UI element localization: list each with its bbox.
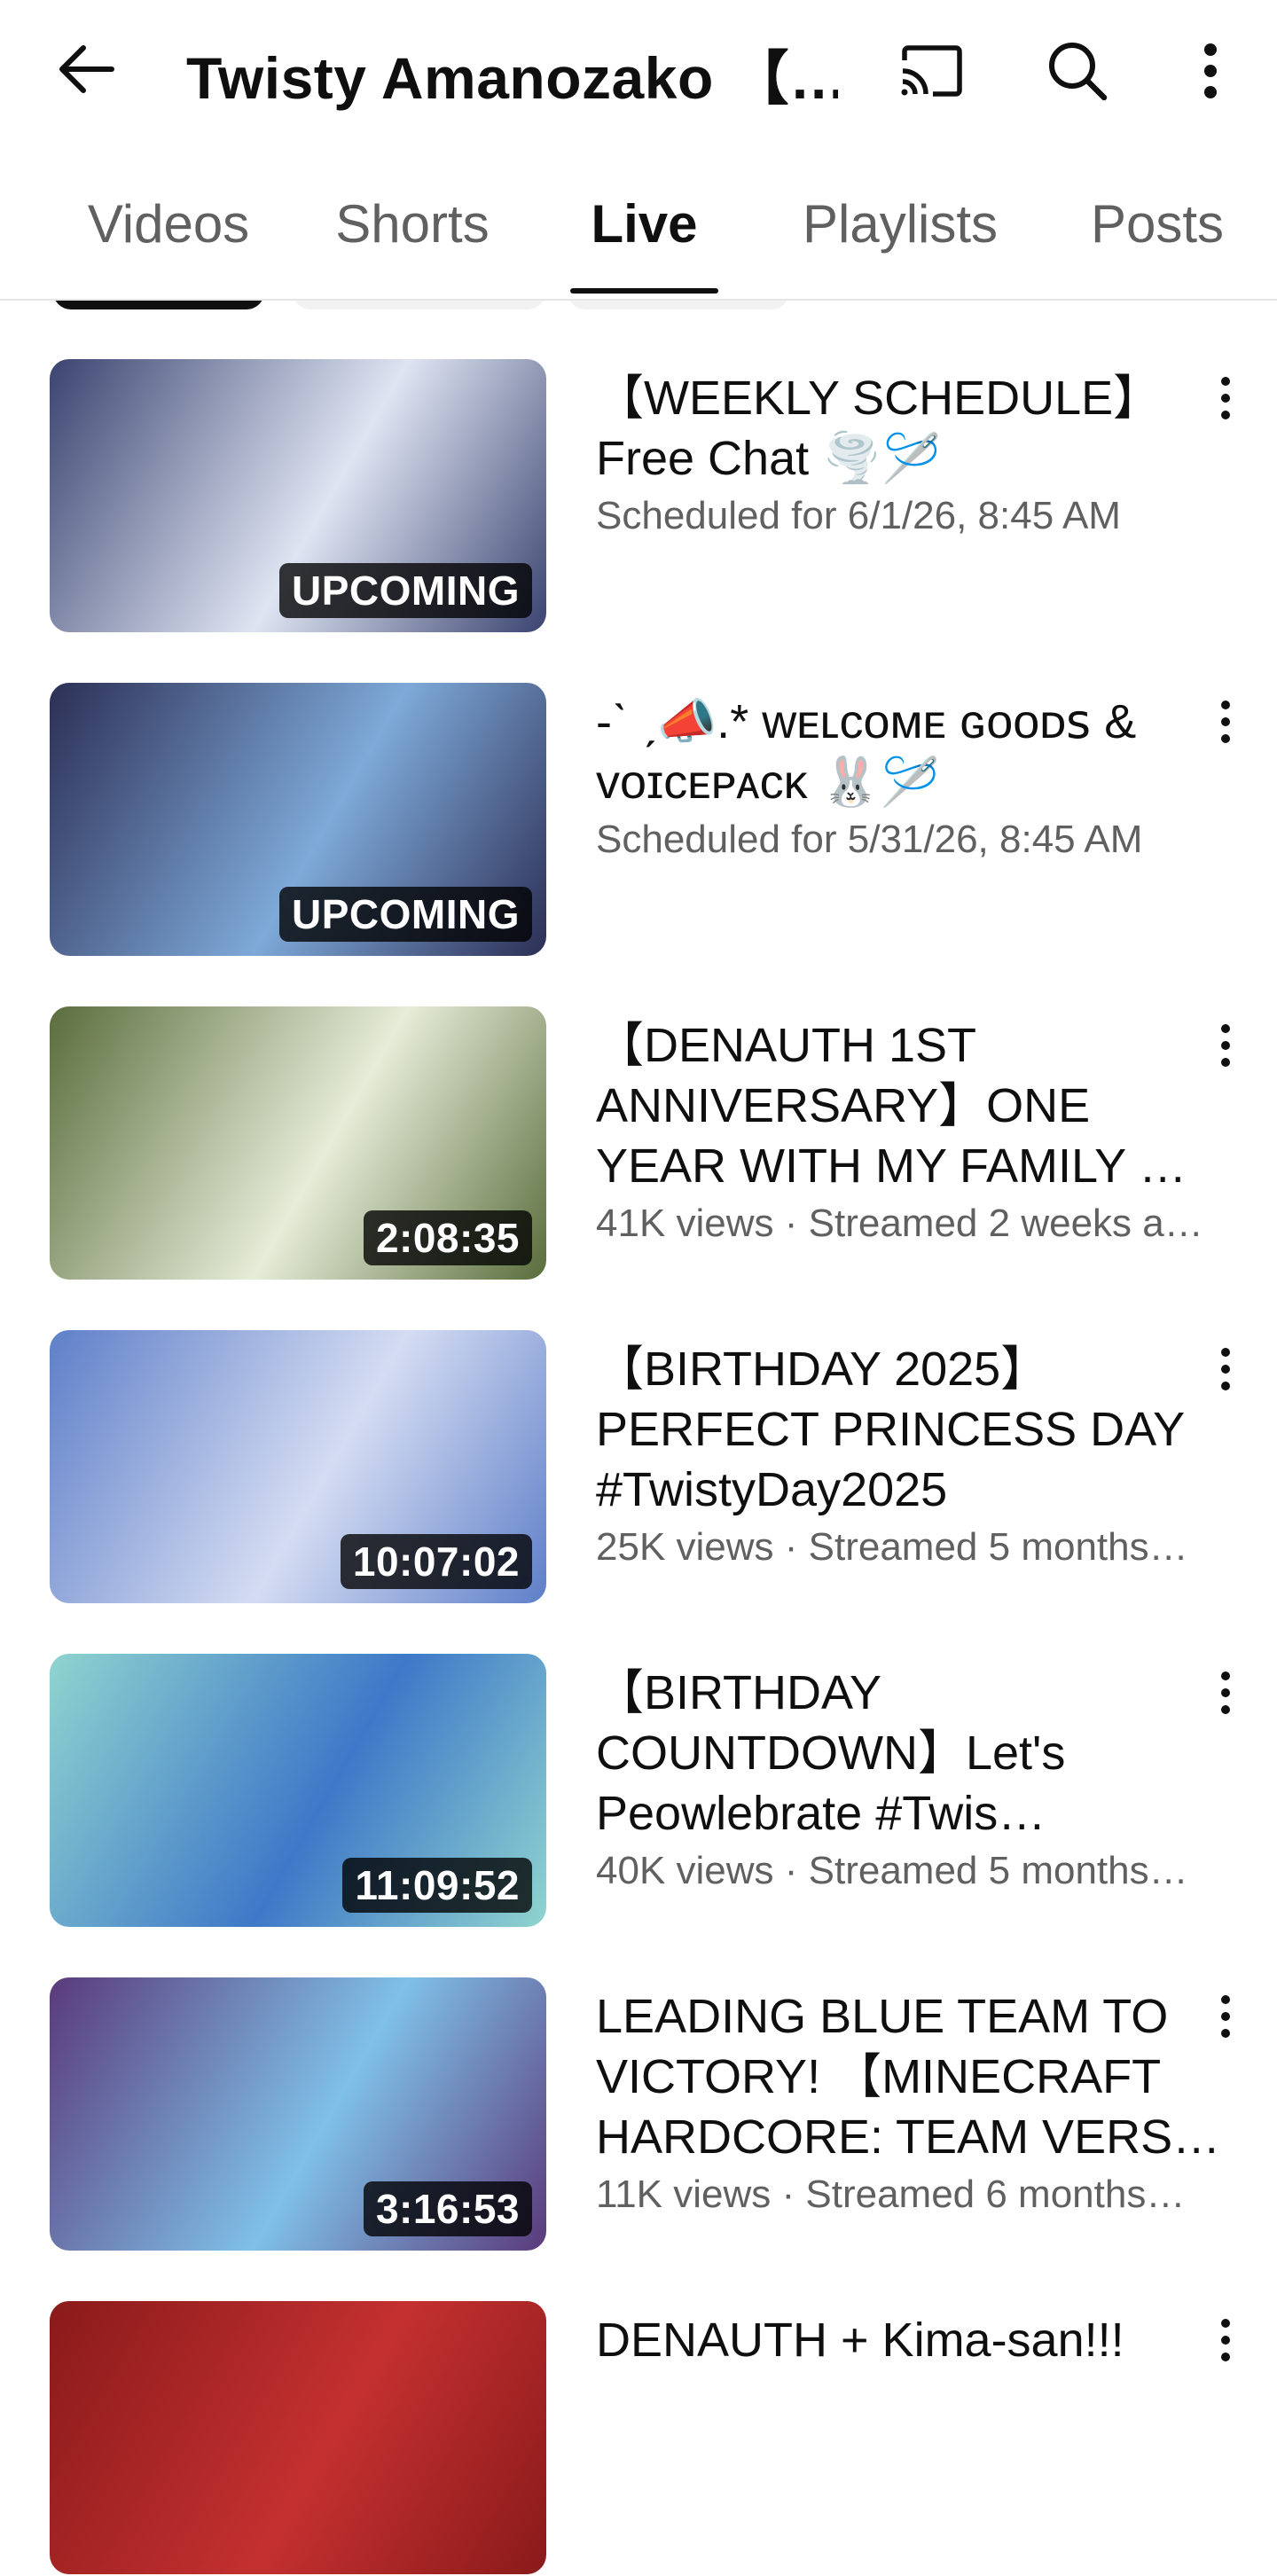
video-metadata: 41K views · Streamed 2 weeks a… xyxy=(596,1202,1203,1245)
video-list: UPCOMING 【WEEKLY SCHEDULE】Free Chat 🌪️🪡 Sc… xyxy=(0,0,1277,2574)
video-more-options-button[interactable] xyxy=(1208,1343,1243,1396)
video-title[interactable]: 【BIRTHDAY COUNTDOWN】Let's Peowlebrate #T… xyxy=(596,1663,1230,1844)
top-app-bar: Twisty Amanozako 【… xyxy=(0,0,1277,146)
video-info[interactable]: 【BIRTHDAY 2025】PERFECT PRINCESS DAY #Twi… xyxy=(596,1339,1230,1573)
video-info[interactable]: 【WEEKLY SCHEDULE】Free Chat 🌪️🪡 Scheduled … xyxy=(596,368,1230,542)
video-info[interactable]: LEADING BLUE TEAM TO VICTORY! 【MINECRAFT… xyxy=(596,1986,1230,2220)
more-vertical-icon xyxy=(1208,1019,1243,1072)
video-more-options-button[interactable] xyxy=(1208,2314,1243,2367)
video-list-item[interactable]: 3:16:53 LEADING BLUE TEAM TO VICTORY! 【MI… xyxy=(0,1977,1277,2252)
video-thumbnail[interactable]: 3:16:53 xyxy=(50,1977,546,2251)
video-info[interactable]: 【DENAUTH 1ST ANNIVERSARY】ONE YEAR WITH M… xyxy=(596,1015,1230,1249)
video-more-options-button[interactable] xyxy=(1208,1666,1243,1719)
video-thumbnail[interactable] xyxy=(50,2301,546,2574)
arrow-left-icon xyxy=(59,45,114,93)
video-more-options-button[interactable] xyxy=(1208,1990,1243,2043)
video-metadata: 11K views · Streamed 6 months… xyxy=(596,2173,1186,2216)
video-list-item[interactable]: 10:07:02 【BIRTHDAY 2025】PERFECT PRINCESS … xyxy=(0,1330,1277,1605)
more-options-button[interactable] xyxy=(1184,34,1237,108)
video-info[interactable]: DENAUTH + Kima-san!!! xyxy=(596,2310,1230,2372)
video-list-item[interactable]: UPCOMING -ˋ ˏ📣.* ᴡᴇʟᴄᴏᴍᴇ ɢᴏᴏᴅꜱ & ᴠᴏɪᴄᴇᴘᴀᴄ… xyxy=(0,683,1277,958)
video-title[interactable]: 【WEEKLY SCHEDULE】Free Chat 🌪️🪡 xyxy=(596,368,1230,489)
duration-badge: 10:07:02 xyxy=(340,1534,532,1589)
more-vertical-icon xyxy=(1208,1666,1243,1719)
channel-tabs: Videos Shorts Live Playlists Posts xyxy=(0,173,1277,301)
video-title[interactable]: 【BIRTHDAY 2025】PERFECT PRINCESS DAY #Twi… xyxy=(596,1339,1230,1520)
more-vertical-icon xyxy=(1208,1343,1243,1396)
video-metadata: 25K views · Streamed 5 months… xyxy=(596,1525,1188,1569)
tab-posts[interactable]: Posts xyxy=(1069,173,1246,299)
more-vertical-icon xyxy=(1208,2314,1243,2367)
tab-videos[interactable]: Videos xyxy=(62,173,275,299)
video-thumbnail[interactable]: UPCOMING xyxy=(50,683,546,956)
more-vertical-icon xyxy=(1208,372,1243,425)
video-list-item[interactable]: DENAUTH + Kima-san!!! xyxy=(0,2301,1277,2576)
video-title[interactable]: 【DENAUTH 1ST ANNIVERSARY】ONE YEAR WITH M… xyxy=(596,1015,1230,1196)
cast-button[interactable] xyxy=(887,34,975,108)
duration-badge: 3:16:53 xyxy=(363,2181,532,2236)
video-info[interactable]: -ˋ ˏ📣.* ᴡᴇʟᴄᴏᴍᴇ ɢᴏᴏᴅꜱ & ᴠᴏɪᴄᴇᴘᴀᴄᴋ 🐰🪡 Sche… xyxy=(596,692,1230,865)
video-title[interactable]: -ˋ ˏ📣.* ᴡᴇʟᴄᴏᴍᴇ ɢᴏᴏᴅꜱ & ᴠᴏɪᴄᴇᴘᴀᴄᴋ 🐰🪡 xyxy=(596,692,1230,812)
video-more-options-button[interactable] xyxy=(1208,372,1243,425)
tab-playlists[interactable]: Playlists xyxy=(780,173,1020,299)
more-vertical-icon xyxy=(1204,43,1217,98)
video-metadata: Scheduled for 5/31/26, 8:45 AM xyxy=(596,818,1143,861)
tab-shorts[interactable]: Shorts xyxy=(310,173,514,299)
search-button[interactable] xyxy=(1038,34,1117,108)
back-button[interactable] xyxy=(46,34,126,105)
video-thumbnail[interactable]: 11:09:52 xyxy=(50,1654,546,1927)
video-list-item[interactable]: 2:08:35 【DENAUTH 1ST ANNIVERSARY】ONE YEAR… xyxy=(0,1006,1277,1281)
cast-icon xyxy=(901,45,962,97)
channel-title: Twisty Amanozako 【… xyxy=(186,45,838,111)
video-more-options-button[interactable] xyxy=(1208,1019,1243,1072)
tab-live[interactable]: Live xyxy=(561,173,727,299)
filter-chip[interactable] xyxy=(568,301,789,309)
filter-chip-selected[interactable] xyxy=(53,301,264,309)
video-more-options-button[interactable] xyxy=(1208,695,1243,748)
filter-chip-strip xyxy=(0,301,1277,311)
active-tab-indicator xyxy=(570,288,718,294)
video-thumbnail[interactable]: UPCOMING xyxy=(50,359,546,632)
more-vertical-icon xyxy=(1208,1990,1243,2043)
filter-chip[interactable] xyxy=(293,301,545,309)
video-list-item[interactable]: UPCOMING 【WEEKLY SCHEDULE】Free Chat 🌪️🪡 Sc… xyxy=(0,359,1277,634)
video-metadata: Scheduled for 6/1/26, 8:45 AM xyxy=(596,494,1121,537)
more-vertical-icon xyxy=(1208,695,1243,748)
video-metadata: 40K views · Streamed 5 months… xyxy=(596,1849,1188,1892)
search-icon xyxy=(1049,43,1108,101)
duration-badge: 2:08:35 xyxy=(363,1210,532,1265)
upcoming-badge: UPCOMING xyxy=(279,887,532,942)
video-title[interactable]: DENAUTH + Kima-san!!! xyxy=(596,2310,1230,2370)
video-info[interactable]: 【BIRTHDAY COUNTDOWN】Let's Peowlebrate #T… xyxy=(596,1663,1230,1897)
upcoming-badge: UPCOMING xyxy=(279,563,532,618)
video-title[interactable]: LEADING BLUE TEAM TO VICTORY! 【MINECRAFT… xyxy=(596,1986,1230,2167)
video-thumbnail[interactable]: 2:08:35 xyxy=(50,1006,546,1280)
video-thumbnail[interactable]: 10:07:02 xyxy=(50,1330,546,1603)
duration-badge: 11:09:52 xyxy=(342,1858,532,1913)
video-list-item[interactable]: 11:09:52 【BIRTHDAY COUNTDOWN】Let's Peowle… xyxy=(0,1654,1277,1929)
